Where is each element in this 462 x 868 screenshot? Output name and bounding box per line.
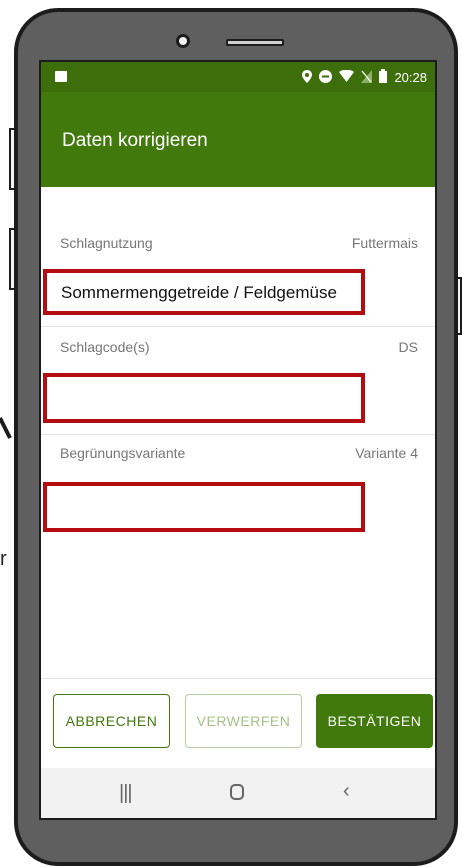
divider [41,434,435,435]
form-content: Schlagnutzung Futtermais Sommermenggetre… [41,187,435,679]
value-schlagnutzung: Futtermais [351,235,418,251]
field-schlagnutzung[interactable]: Sommermenggetreide / Feldgemüse [43,269,365,315]
confirm-button[interactable]: BESTÄTIGEN [316,694,433,748]
image-icon [55,71,67,82]
speaker-grille [226,39,284,46]
wifi-icon [339,69,354,85]
field-schlagnutzung-text: Sommermenggetreide / Feldgemüse [61,283,337,302]
label-begruenungsvariante: Begrünungsvariante [60,445,186,461]
battery-icon [379,69,387,86]
background-text-fragment: r [0,548,7,570]
cancel-button[interactable]: ABBRECHEN [53,694,170,748]
app-bar: Daten korrigieren [41,92,435,187]
page-title: Daten korrigieren [62,130,208,151]
discard-button[interactable]: VERWERFEN [185,694,302,748]
phone-screen: 20:28 Daten korrigieren Schlagnutzung Fu… [39,60,437,820]
label-schlagcodes: Schlagcode(s) [60,339,150,355]
status-icons [302,69,387,86]
label-schlagnutzung: Schlagnutzung [60,235,153,251]
divider [41,678,435,679]
location-icon [302,69,312,86]
status-bar: 20:28 [41,62,435,92]
value-schlagcodes: DS [398,339,418,355]
button-bar: ABBRECHEN VERWERFEN BESTÄTIGEN [41,680,435,768]
home-icon[interactable] [230,784,244,800]
field-begruenungsvariante[interactable] [43,482,365,532]
android-nav-bar: ||| ‹ [41,768,435,818]
recents-icon[interactable]: ||| [119,782,133,805]
divider [41,326,435,327]
background-arrow-fragment [0,417,12,439]
no-sim-icon [361,69,372,86]
do-not-disturb-icon [319,69,332,86]
field-schlagcodes[interactable] [43,373,365,423]
back-icon[interactable]: ‹ [343,780,350,803]
status-time: 20:28 [394,70,427,85]
value-begruenungsvariante: Variante 4 [355,445,418,461]
camera-icon [176,34,190,48]
